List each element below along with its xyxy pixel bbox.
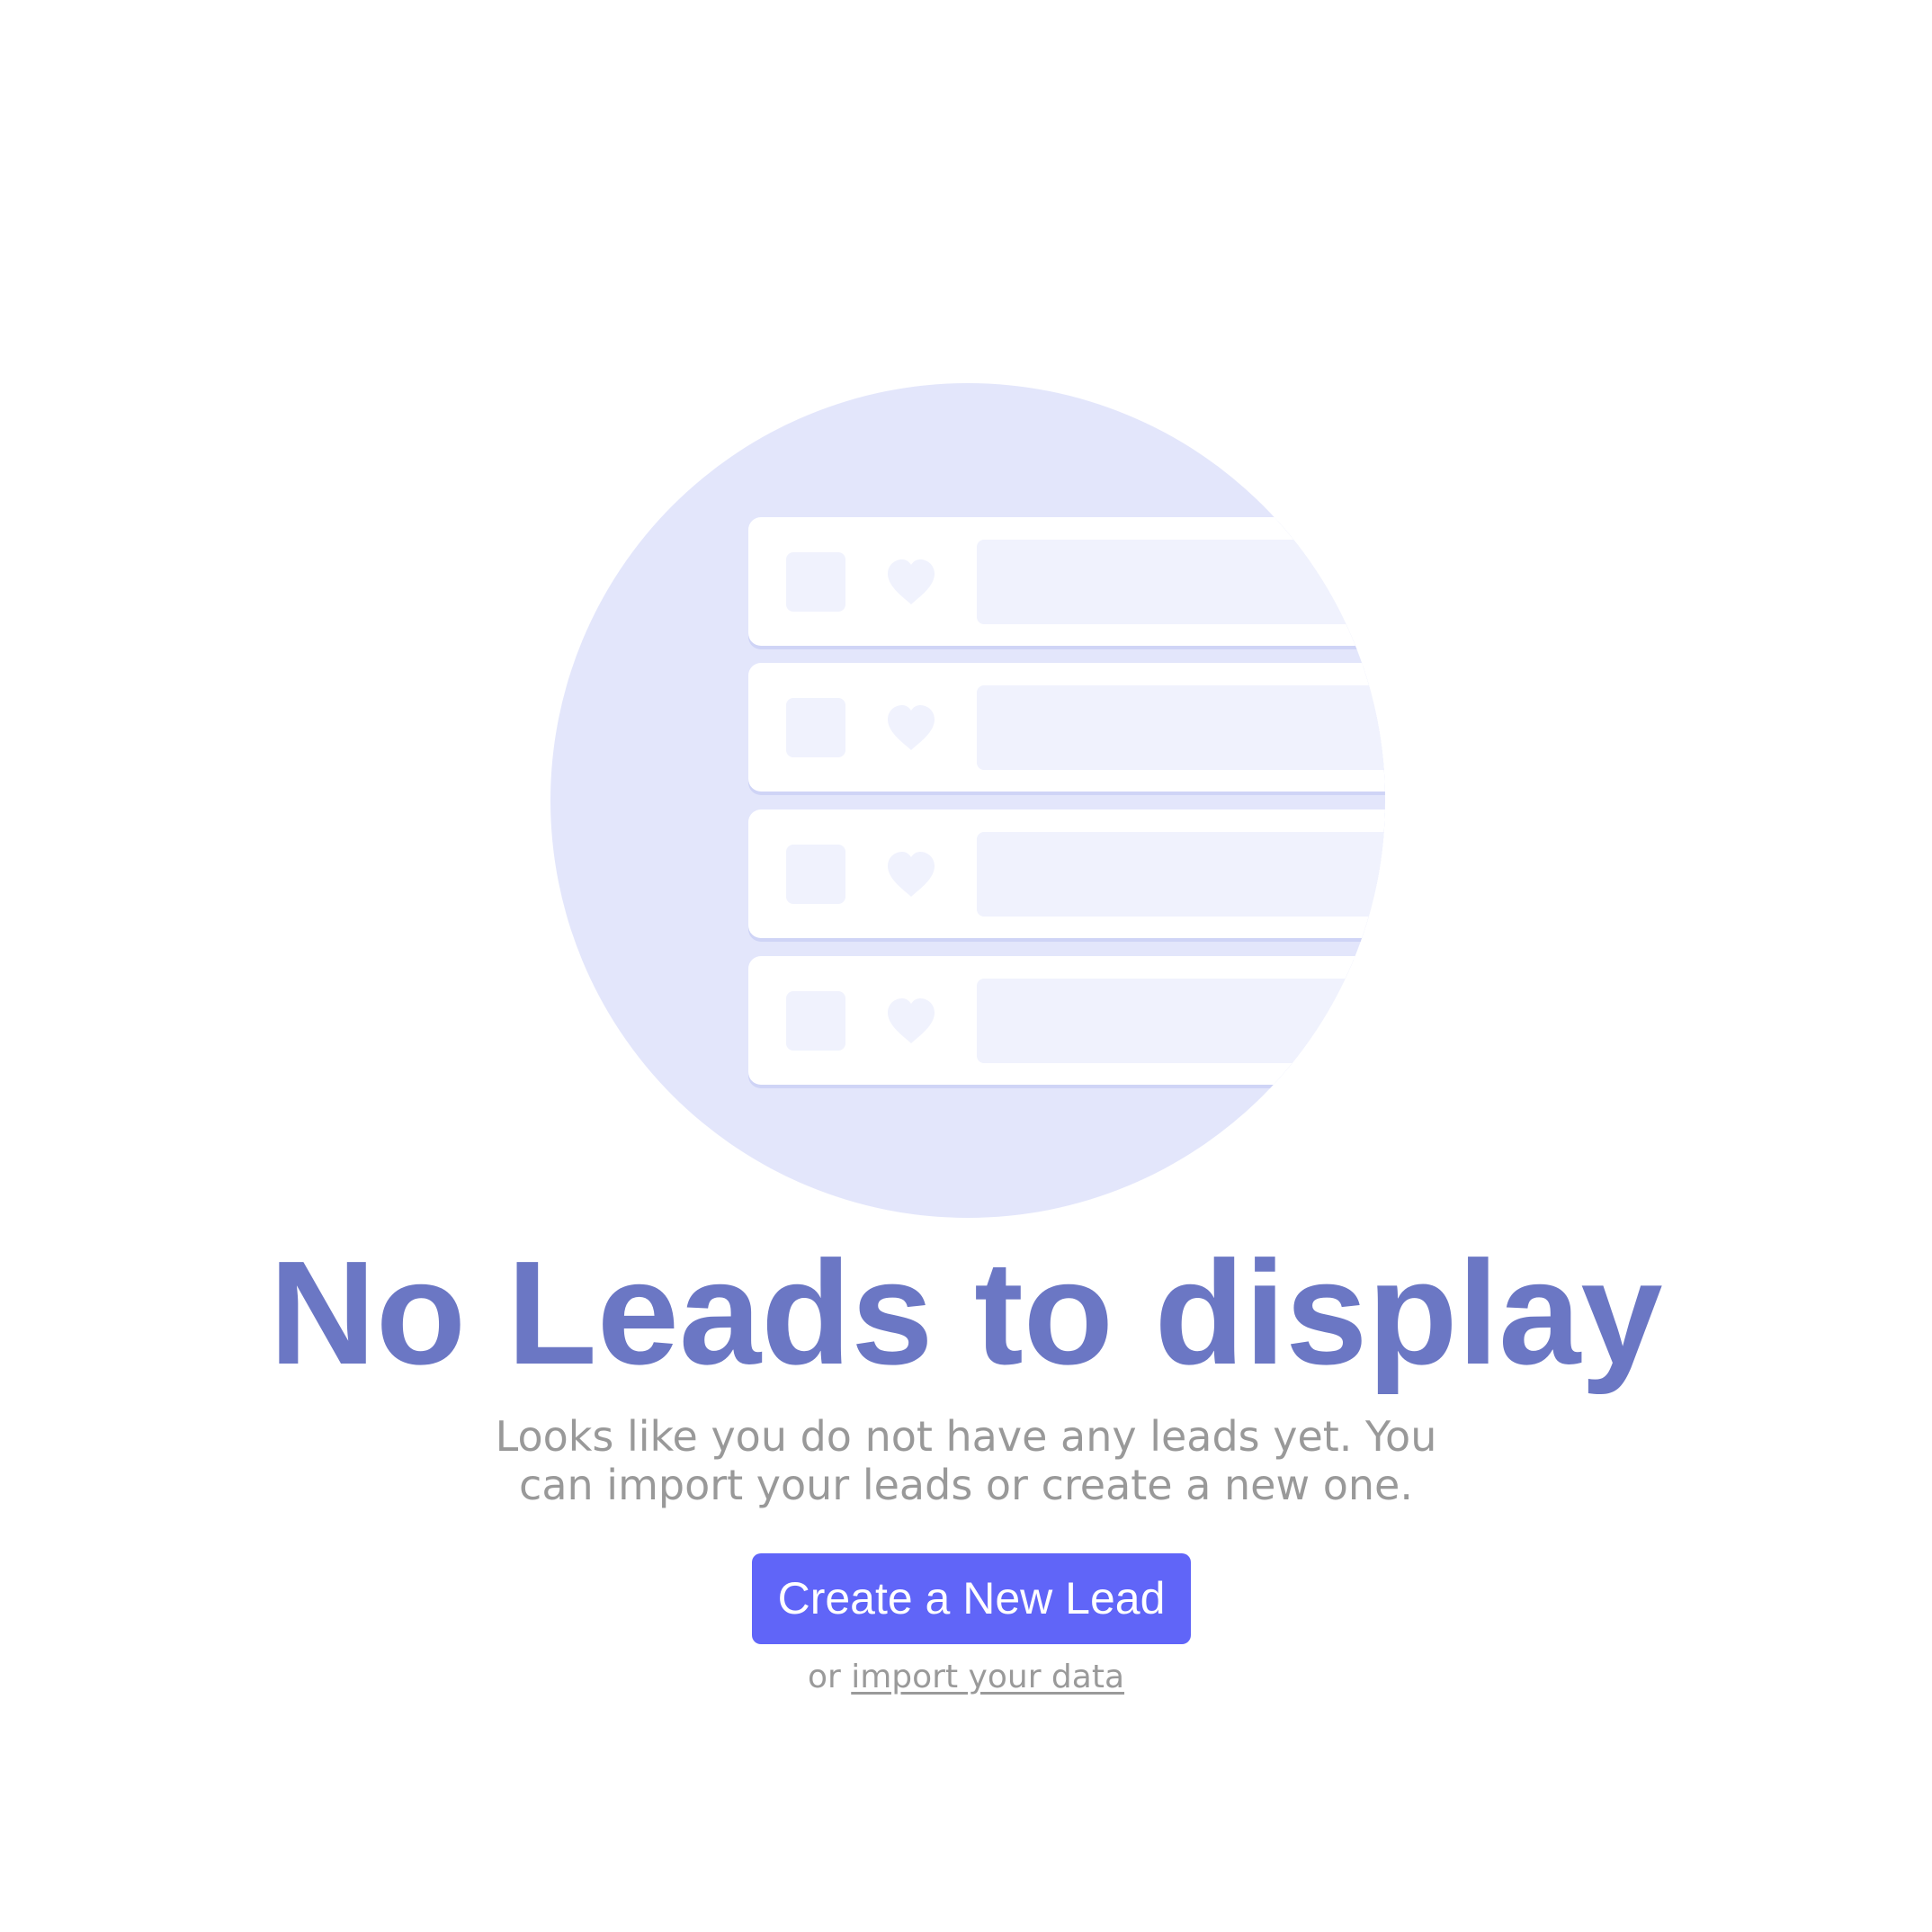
- checkbox-placeholder-icon: [786, 552, 845, 612]
- text-placeholder-bar: [977, 979, 1385, 1063]
- import-data-link[interactable]: import your data: [851, 1659, 1124, 1695]
- empty-state-title: No Leads to display: [269, 1230, 1663, 1395]
- placeholder-row: [748, 956, 1385, 1088]
- create-new-lead-button[interactable]: Create a New Lead: [752, 1553, 1191, 1644]
- import-prefix: or: [807, 1659, 841, 1695]
- placeholder-row: [748, 809, 1385, 942]
- illustration-background-circle: [550, 383, 1385, 1218]
- checkbox-placeholder-icon: [786, 698, 845, 757]
- text-placeholder-bar: [977, 540, 1385, 624]
- checkbox-placeholder-icon: [786, 845, 845, 904]
- placeholder-row: [748, 663, 1385, 795]
- text-placeholder-bar: [977, 685, 1385, 770]
- import-data-prompt: or import your data: [0, 1658, 1932, 1697]
- text-placeholder-bar: [977, 832, 1385, 917]
- empty-state-description: Looks like you do not have any leads yet…: [495, 1412, 1437, 1509]
- checkbox-placeholder-icon: [786, 991, 845, 1051]
- placeholder-row: [748, 517, 1385, 649]
